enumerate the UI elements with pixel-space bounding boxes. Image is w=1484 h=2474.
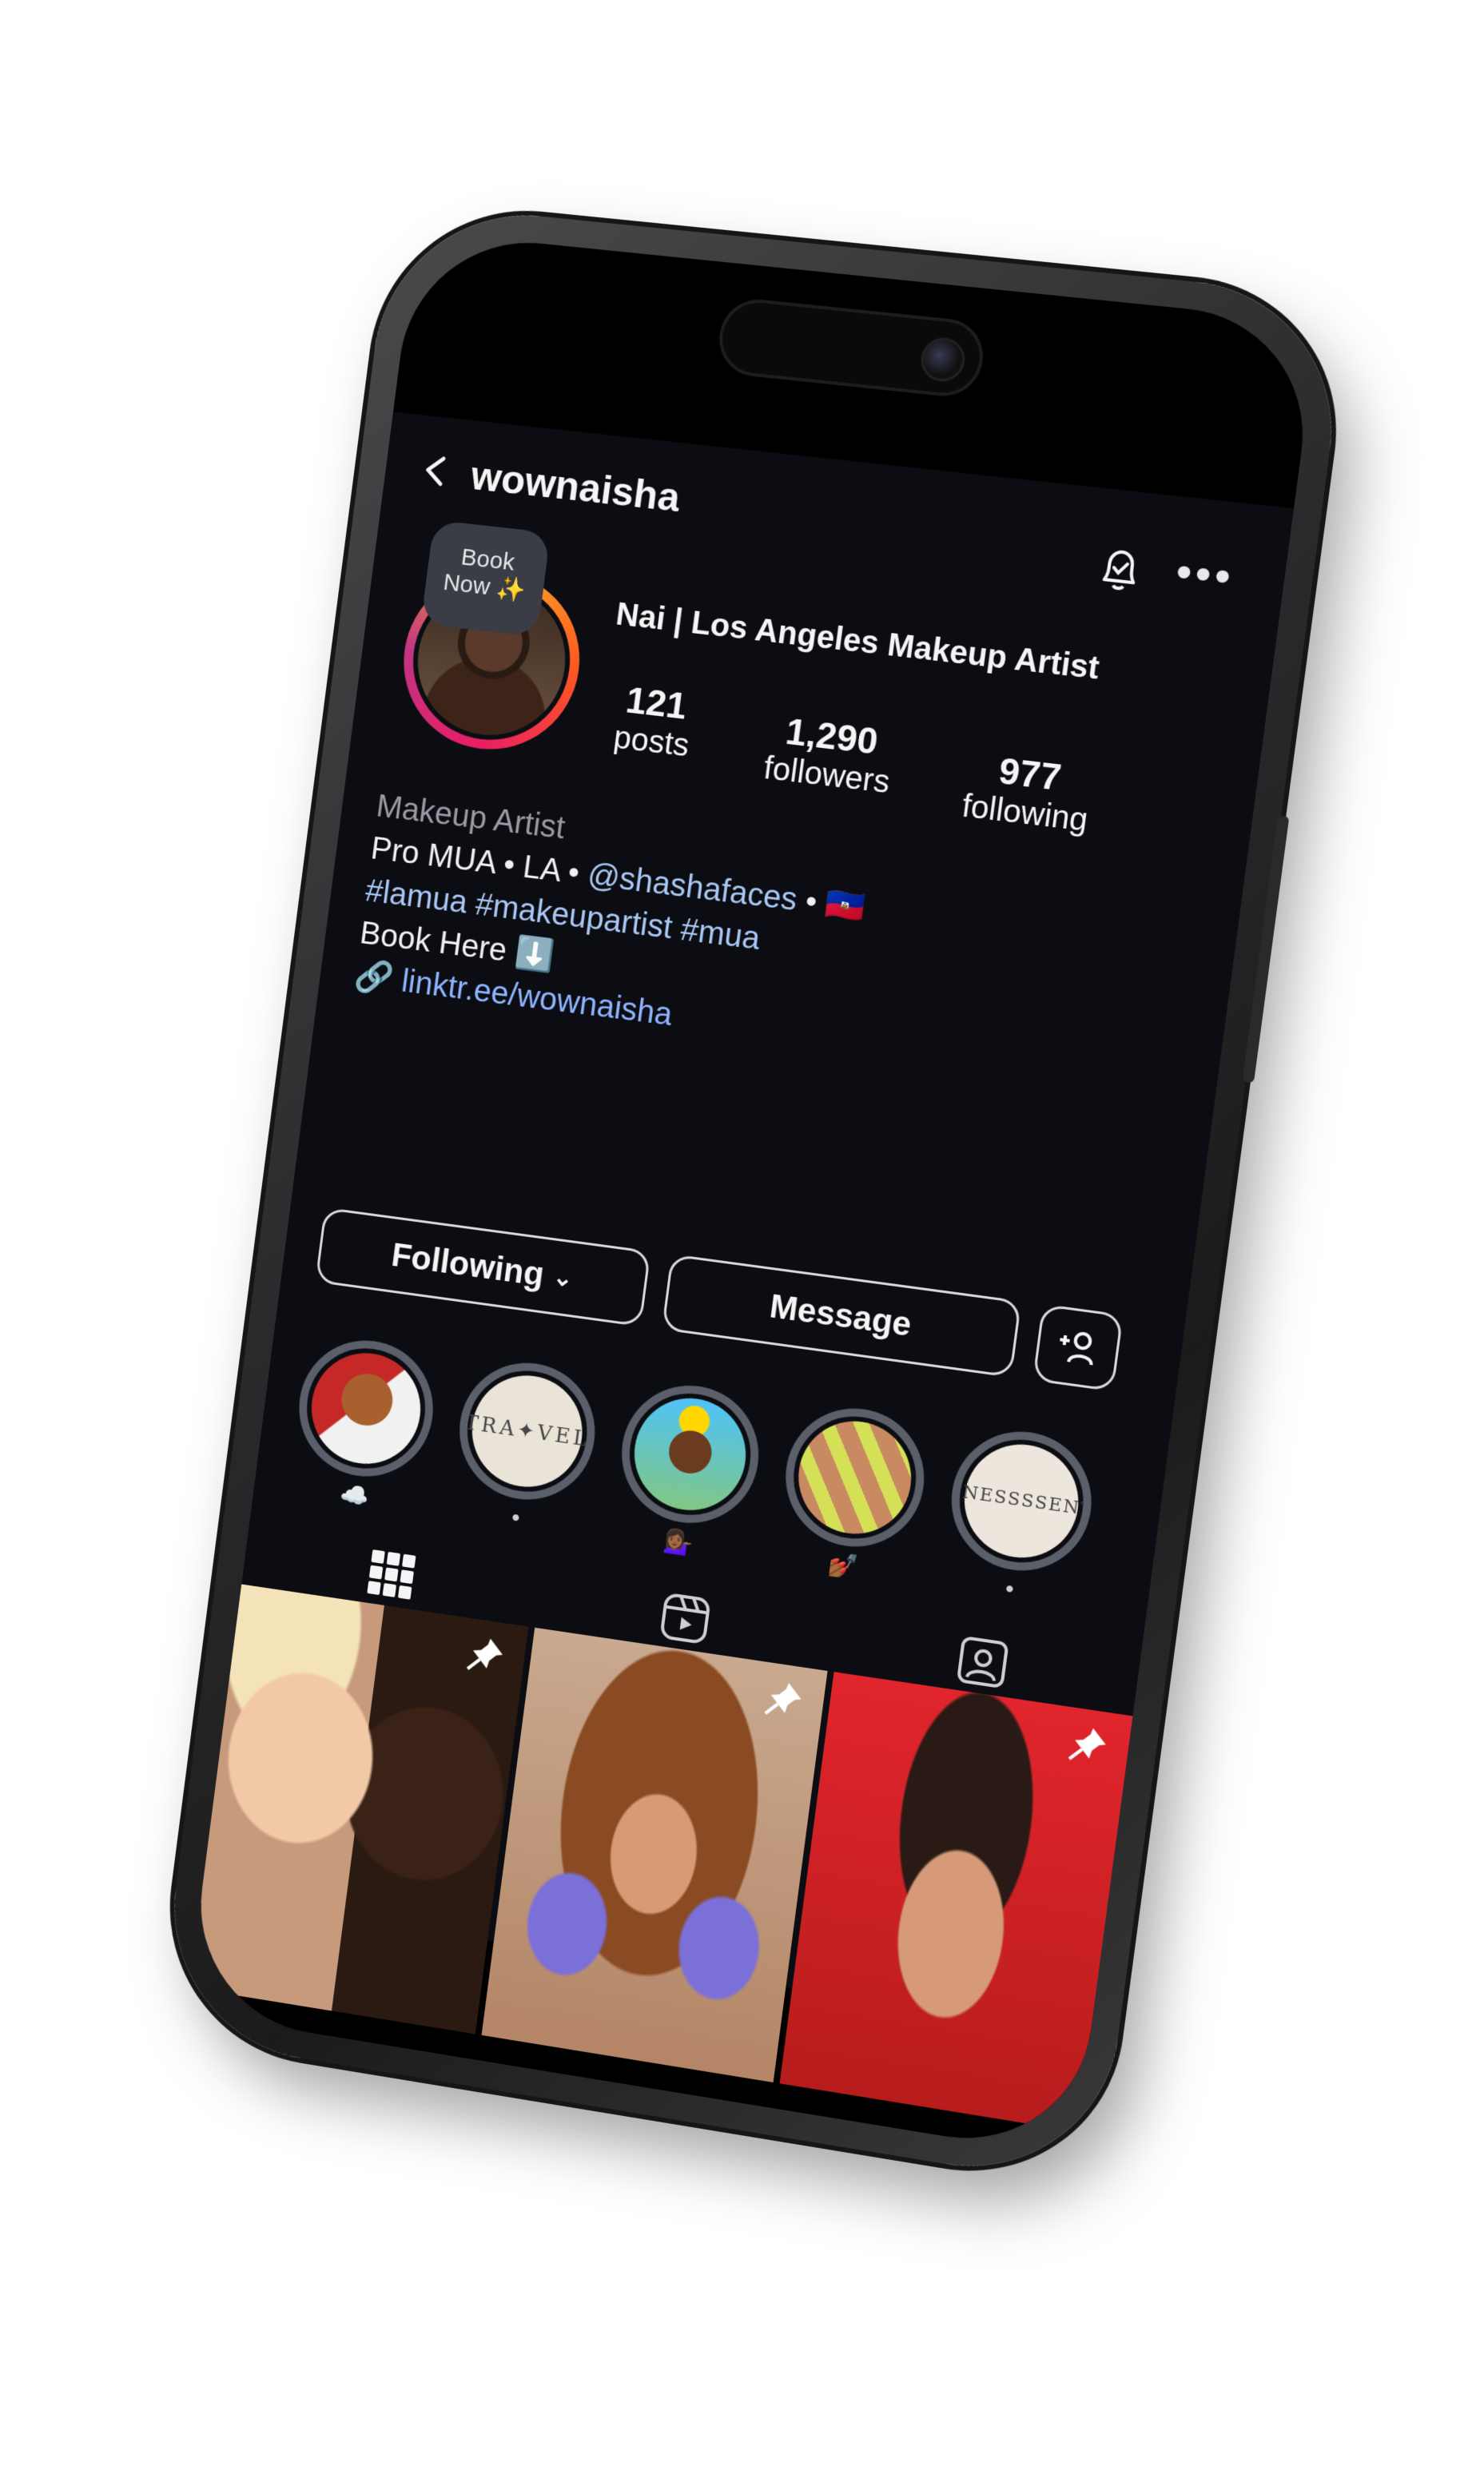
- profile-username: wownaisha: [468, 453, 683, 521]
- highlight-kid-label: 💁🏾‍♀️: [662, 1527, 695, 1557]
- pinned-post-icon: [462, 1636, 505, 1679]
- profile-full-name: Nai | Los Angeles Makeup Artist: [614, 596, 1102, 686]
- highlight-fitness-label: •: [1003, 1575, 1016, 1604]
- link-icon: 🔗: [352, 957, 396, 997]
- highlight-dog[interactable]: [291, 1331, 441, 1486]
- bio-line-1-suffix: • 🇭🇹: [794, 882, 868, 926]
- highlight-kid[interactable]: [613, 1377, 767, 1533]
- post-thumbnail-2[interactable]: [481, 1627, 828, 2082]
- book-now-line2: Now ✨: [441, 569, 527, 605]
- front-camera: [918, 336, 968, 384]
- following-button-label: Following: [389, 1235, 547, 1294]
- highlight-travel-label: •: [510, 1504, 522, 1532]
- chevron-down-icon: ⌄: [551, 1263, 575, 1292]
- dynamic-island: [714, 296, 988, 400]
- highlight-travel[interactable]: TRA ✦VEL: [451, 1354, 603, 1509]
- message-button[interactable]: Message: [661, 1254, 1022, 1378]
- book-now-note[interactable]: Book Now ✨: [420, 519, 551, 638]
- message-button-label: Message: [767, 1287, 914, 1344]
- following-count[interactable]: 977 following: [946, 743, 1110, 841]
- tagged-icon[interactable]: [954, 1634, 1011, 1691]
- post-thumbnail-1[interactable]: [189, 1584, 529, 2034]
- phone-mockup: wownaisha ••• Book Now ✨ Nai | Los Angel…: [157, 201, 1351, 2190]
- stage: wownaisha ••• Book Now ✨ Nai | Los Angel…: [0, 0, 1484, 2474]
- highlight-dog-label: ☁️: [338, 1480, 371, 1511]
- back-arrow-icon[interactable]: [418, 453, 453, 488]
- followers-count[interactable]: 1,290 followers: [749, 706, 910, 802]
- profile-bio: Makeup Artist Pro MUA • LA • @shashaface…: [352, 785, 1090, 1087]
- more-options-icon[interactable]: •••: [1173, 545, 1238, 603]
- highlight-nails-label: 💅🏾: [826, 1550, 860, 1581]
- reels-icon[interactable]: [658, 1590, 713, 1646]
- posts-count[interactable]: 121 posts: [598, 675, 710, 766]
- following-button[interactable]: Following ⌄: [315, 1207, 651, 1327]
- pinned-post-icon: [1064, 1725, 1108, 1769]
- highlight-nails[interactable]: [777, 1399, 933, 1556]
- grid-icon[interactable]: [365, 1548, 418, 1601]
- pinned-post-icon: [760, 1680, 803, 1724]
- highlight-travel-logo: TRA ✦VEL: [463, 1410, 591, 1452]
- highlight-fitness-logo: FITNESS SSENTIF: [943, 1477, 1100, 1525]
- post-thumbnail-3[interactable]: [779, 1672, 1133, 2132]
- suggested-accounts-button[interactable]: [1032, 1303, 1124, 1392]
- notification-bell-icon[interactable]: [1091, 541, 1149, 599]
- add-person-icon: [1053, 1323, 1103, 1373]
- highlight-fitness[interactable]: FITNESS SSENTIF: [943, 1422, 1100, 1580]
